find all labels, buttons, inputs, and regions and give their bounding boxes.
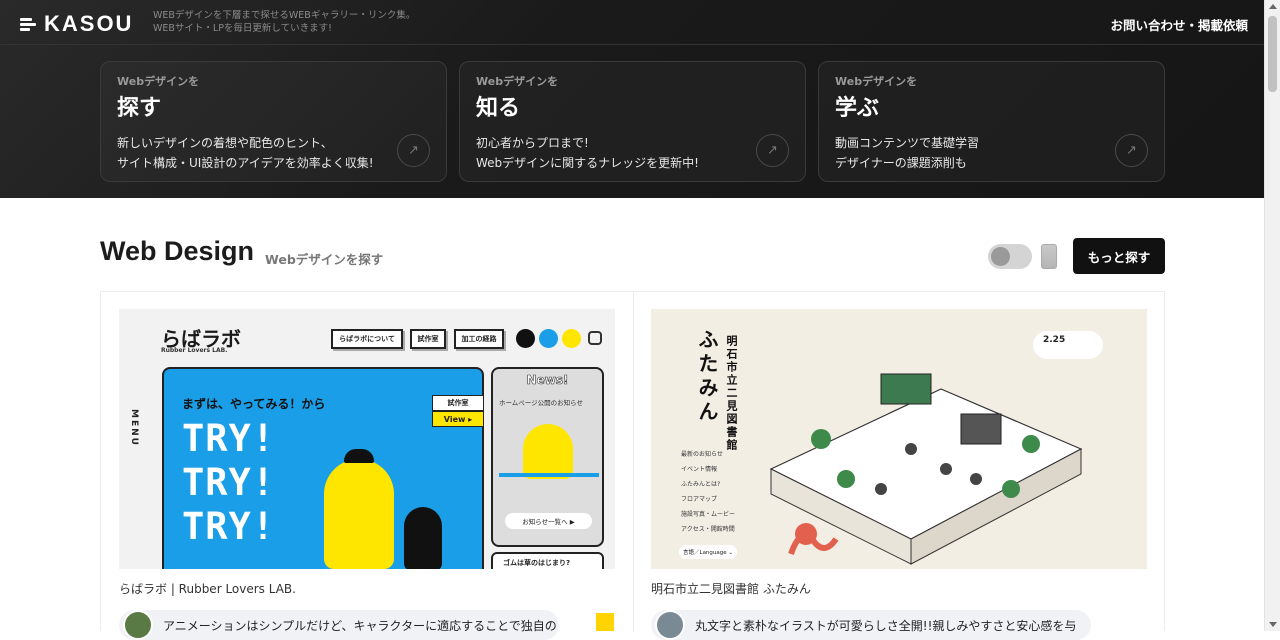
top-bar: KASOU WEBデザインを下層まで探せるWEBギャラリー・リンク集。 WEBサ… xyxy=(0,0,1264,45)
thumb-news: News! ホームページ公開のお知らせ お知らせ一覧へ ▶ xyxy=(491,367,604,547)
card-know[interactable]: Webデザインを 知る 初心者からプロまで! Webデザインに関するナレッジを更… xyxy=(459,61,806,182)
instagram-icon xyxy=(588,331,602,345)
scrollbar[interactable] xyxy=(1264,0,1280,631)
card-eyebrow: Webデザインを xyxy=(117,75,200,88)
gallery-item-futamin[interactable]: ふたみん 明石市立二見図書館 最新のお知らせ イベント情報 ふたみんとは? フロ… xyxy=(651,309,1147,597)
arrow-up-right-icon[interactable]: ↗ xyxy=(1115,134,1148,167)
character-yellow xyxy=(324,459,394,569)
tagline-line-1: WEBデザインを下層まで探せるWEBギャラリー・リンク集。 xyxy=(153,10,416,21)
thumb-nav-item: 試作室 xyxy=(410,329,446,349)
thumb-lang-select: 言語／Language ⌄ xyxy=(679,545,737,559)
card-desc-line: サイト構成・UI設計のアイデアを効率よく収集! xyxy=(117,156,374,170)
site-tagline: WEBデザインを下層まで探せるWEBギャラリー・リンク集。 WEBサイト・LPを… xyxy=(153,9,415,35)
site-name[interactable]: 明石市立二見図書館 ふたみん xyxy=(651,580,1147,597)
contact-link[interactable]: お問い合わせ・掲載依頼 xyxy=(1110,15,1248,34)
arrow-up-right-icon[interactable]: ↗ xyxy=(756,134,789,167)
arrow-up-right-icon[interactable]: ↗ xyxy=(397,134,430,167)
news-character xyxy=(523,424,573,479)
scroll-up-icon[interactable] xyxy=(1269,4,1277,9)
thumb-menu-item: アクセス・開館時間 xyxy=(681,526,735,533)
card-title: 知る xyxy=(476,96,521,121)
thumb-try-text: TRY! xyxy=(182,417,276,460)
thumb-nav-item: 加工の経路 xyxy=(454,329,504,349)
avatar xyxy=(655,610,685,640)
gallery-item-rabo[interactable]: らばラボ Rubber Lovers LAB. らばラボについて 試作室 加工の… xyxy=(119,309,615,597)
thumb-menu-item: 最新のお知らせ xyxy=(681,451,723,458)
card-desc-line: 初心者からプロまで! xyxy=(476,136,589,150)
card-desc-line: 動画コンテンツで基礎学習 xyxy=(835,136,980,150)
character-black xyxy=(404,507,442,569)
card-description: 動画コンテンツで基礎学習 デザイナーの課題添削も xyxy=(835,133,979,173)
thumb-main-visual: まずは、やってみる！から TRY! TRY! TRY! 試作室 View ▸ xyxy=(162,367,484,569)
thumb-view-label: 試作室 xyxy=(432,395,484,411)
grid-divider xyxy=(633,292,634,632)
thumb-try-text: TRY! xyxy=(182,505,276,548)
thumb-try-text: TRY! xyxy=(182,461,276,504)
card-desc-line: Webデザインに関するナレッジを更新中! xyxy=(476,156,699,170)
card-eyebrow: Webデザインを xyxy=(835,75,918,88)
thumb-menu-item: ふたみんとは? xyxy=(681,481,721,488)
line-icon xyxy=(562,329,581,348)
more-button[interactable]: もっと探す xyxy=(1073,238,1165,274)
device-toggle[interactable] xyxy=(988,244,1032,269)
thumb-subtitle: 明石市立二見図書館 xyxy=(725,335,738,452)
logo-lines-icon xyxy=(20,16,36,32)
news-bar xyxy=(499,473,599,477)
site-thumbnail[interactable]: らばラボ Rubber Lovers LAB. らばラボについて 試作室 加工の… xyxy=(119,309,615,569)
smartphone-icon xyxy=(1041,244,1057,269)
thumb-news-title: News! xyxy=(526,373,569,388)
thumb-catch: まずは、やってみる！から xyxy=(182,397,326,411)
card-desc-line: 新しいデザインの着想や配色のヒント、 xyxy=(117,136,333,150)
avatar xyxy=(123,610,153,640)
library-illustration xyxy=(769,373,1083,565)
thumb-menu: MENU xyxy=(129,409,139,447)
tagline-line-2: WEBサイト・LPを毎日更新していきます! xyxy=(153,23,332,34)
card-eyebrow: Webデザインを xyxy=(476,75,559,88)
logo-text: KASOU xyxy=(44,11,134,36)
thumb-news-button: お知らせ一覧へ ▶ xyxy=(505,513,592,529)
cart-icon xyxy=(539,329,558,348)
thumb-brand-sub: Rubber Lovers LAB. xyxy=(161,347,228,354)
thumb-menu-list: 最新のお知らせ イベント情報 ふたみんとは? フロアマップ 施設写真・ムービー … xyxy=(681,447,735,537)
hero-banner: KASOU WEBデザインを下層まで探せるWEBギャラリー・リンク集。 WEBサ… xyxy=(0,0,1264,198)
thumb-news-text: ホームページ公開のお知らせ xyxy=(499,399,584,407)
card-description: 初心者からプロまで! Webデザインに関するナレッジを更新中! xyxy=(476,133,699,173)
thumb-menu-item: 施設写真・ムービー xyxy=(681,511,736,518)
card-title: 学ぶ xyxy=(835,96,880,121)
design-grid: らばラボ Rubber Lovers LAB. らばラボについて 試作室 加工の… xyxy=(100,291,1165,640)
mail-icon xyxy=(516,329,535,348)
thumb-menu-item: イベント情報 xyxy=(681,466,718,473)
card-description: 新しいデザインの着想や配色のヒント、 サイト構成・UI設計のアイデアを効率よく収… xyxy=(117,133,374,173)
thumb-view-button: View ▸ xyxy=(432,411,484,427)
section-subtitle: Webデザインを探す xyxy=(265,252,384,267)
section-title: Web Design xyxy=(100,236,255,266)
toggle-knob xyxy=(991,247,1010,266)
card-learn[interactable]: Webデザインを 学ぶ 動画コンテンツで基礎学習 デザイナーの課題添削も ↗ xyxy=(818,61,1165,182)
site-thumbnail[interactable]: ふたみん 明石市立二見図書館 最新のお知らせ イベント情報 ふたみんとは? フロ… xyxy=(651,309,1147,569)
item-comment: アニメーションはシンプルだけど、キャラクターに適応することで独自の xyxy=(119,610,559,640)
thumb-nav-item: らばラボについて xyxy=(331,329,403,349)
bookmark-flag-icon[interactable] xyxy=(1128,613,1146,631)
card-search[interactable]: Webデザインを 探す 新しいデザインの着想や配色のヒント、 サイト構成・UI設… xyxy=(100,61,447,182)
card-title: 探す xyxy=(117,96,162,121)
thumb-menu-item: フロアマップ xyxy=(681,496,718,503)
character-hat xyxy=(344,449,374,463)
thumb-title: ふたみん xyxy=(695,329,719,425)
thumb-gomu-box: ゴムは草のはじまり? xyxy=(491,552,604,569)
scroll-down-icon[interactable] xyxy=(1269,622,1277,627)
item-comment: 丸文字と素朴なイラストが可愛らしさ全開!!親しみやすさと安心感を与 xyxy=(651,610,1091,640)
site-name[interactable]: らばラボ | Rubber Lovers LAB. xyxy=(119,580,615,597)
bookmark-flag-icon[interactable] xyxy=(596,613,614,631)
site-logo[interactable]: KASOU xyxy=(20,11,133,37)
scrollbar-thumb[interactable] xyxy=(1268,16,1277,92)
card-desc-line: デザイナーの課題添削も xyxy=(835,156,967,170)
